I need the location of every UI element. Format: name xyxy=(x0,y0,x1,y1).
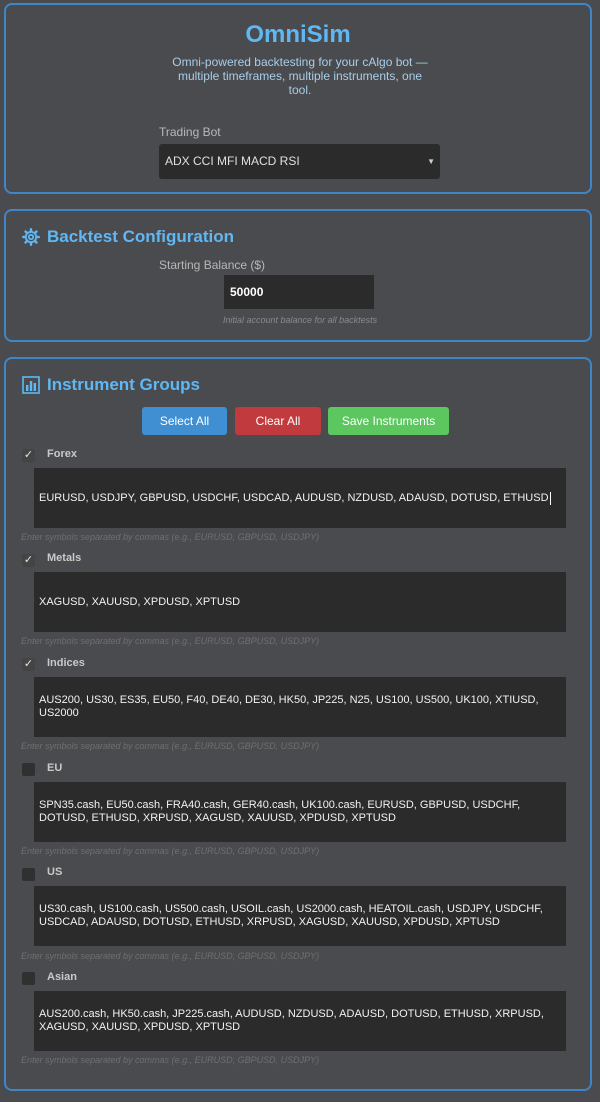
indices-group-label: Indices xyxy=(47,657,85,669)
metals-checkbox[interactable]: ✓ xyxy=(22,554,35,567)
bar-chart-icon xyxy=(22,376,40,394)
forex-checkbox[interactable]: ✓ xyxy=(22,449,35,462)
indices-symbols-hint: Enter symbols separated by commas (e.g.,… xyxy=(21,741,320,751)
indices-symbols-input[interactable]: AUS200, US30, ES35, EU50, F40, DE40, DE3… xyxy=(34,677,566,737)
metals-symbols-text: XAGUSD, XAUUSD, XPDUSD, XPTUSD xyxy=(39,595,241,608)
eu-symbols-text: SPN35.cash, EU50.cash, FRA40.cash, GER40… xyxy=(39,799,521,824)
backtest-config-title: Backtest Configuration xyxy=(22,227,234,247)
clear-all-button[interactable]: Clear All xyxy=(235,407,321,435)
eu-symbols-input[interactable]: SPN35.cash, EU50.cash, FRA40.cash, GER40… xyxy=(34,782,566,842)
asian-symbols-input[interactable]: AUS200.cash, HK50.cash, JP225.cash, AUDU… xyxy=(34,991,566,1051)
instrument-groups-panel: Instrument Groups Select All Clear All S… xyxy=(4,357,592,1091)
eu-symbols-hint: Enter symbols separated by commas (e.g.,… xyxy=(21,846,320,856)
metals-symbols-hint: Enter symbols separated by commas (e.g.,… xyxy=(21,636,320,646)
us-group-label: US xyxy=(47,866,63,878)
app-subtitle: Omni-powered backtesting for your cAlgo … xyxy=(172,55,428,97)
indices-symbols-text: AUS200, US30, ES35, EU50, F40, DE40, DE3… xyxy=(39,694,539,719)
trading-bot-select[interactable]: ADX CCI MFI MACD RSI ▼ xyxy=(159,144,440,179)
instrument-groups-title-text: Instrument Groups xyxy=(47,375,201,394)
forex-symbols-hint: Enter symbols separated by commas (e.g.,… xyxy=(21,532,320,542)
eu-group-label: EU xyxy=(47,762,63,774)
us-symbols-input[interactable]: US30.cash, US100.cash, US500.cash, USOIL… xyxy=(34,886,566,946)
gear-icon xyxy=(22,228,40,246)
backtest-config-panel: Backtest Configuration Starting Balance … xyxy=(4,209,592,342)
text-cursor xyxy=(549,491,551,505)
save-instruments-button[interactable]: Save Instruments xyxy=(328,407,449,435)
metals-symbols-input[interactable]: XAGUSD, XAUUSD, XPDUSD, XPTUSD xyxy=(34,572,566,632)
asian-symbols-hint: Enter symbols separated by commas (e.g.,… xyxy=(21,1055,320,1065)
select-all-button[interactable]: Select All xyxy=(142,407,227,435)
asian-symbols-text: AUS200.cash, HK50.cash, JP225.cash, AUDU… xyxy=(39,1008,544,1033)
us-checkbox[interactable] xyxy=(22,868,35,881)
instrument-groups-title: Instrument Groups xyxy=(22,375,200,395)
forex-group-label: Forex xyxy=(47,448,77,460)
trading-bot-label: Trading Bot xyxy=(159,125,221,139)
us-symbols-text: US30.cash, US100.cash, US500.cash, USOIL… xyxy=(39,903,543,928)
header-panel: OmniSim Omni-powered backtesting for you… xyxy=(4,3,592,194)
forex-symbols-input[interactable]: EURUSD, USDJPY, GBPUSD, USDCHF, USDCAD, … xyxy=(34,468,566,528)
app-title: OmniSim xyxy=(245,21,351,48)
trading-bot-selected: ADX CCI MFI MACD RSI xyxy=(165,154,300,168)
eu-checkbox[interactable] xyxy=(22,763,35,776)
starting-balance-hint: Initial account balance for all backtest… xyxy=(223,315,378,325)
chevron-down-icon: ▼ xyxy=(427,157,435,166)
asian-group-label: Asian xyxy=(47,971,77,983)
us-symbols-hint: Enter symbols separated by commas (e.g.,… xyxy=(21,951,320,961)
asian-checkbox[interactable] xyxy=(22,972,35,985)
starting-balance-label: Starting Balance ($) xyxy=(159,258,266,272)
starting-balance-input[interactable] xyxy=(224,275,374,309)
indices-checkbox[interactable]: ✓ xyxy=(22,658,35,671)
backtest-config-title-text: Backtest Configuration xyxy=(47,227,235,246)
metals-group-label: Metals xyxy=(47,552,82,564)
forex-symbols-text: EURUSD, USDJPY, GBPUSD, USDCHF, USDCAD, … xyxy=(39,491,549,504)
